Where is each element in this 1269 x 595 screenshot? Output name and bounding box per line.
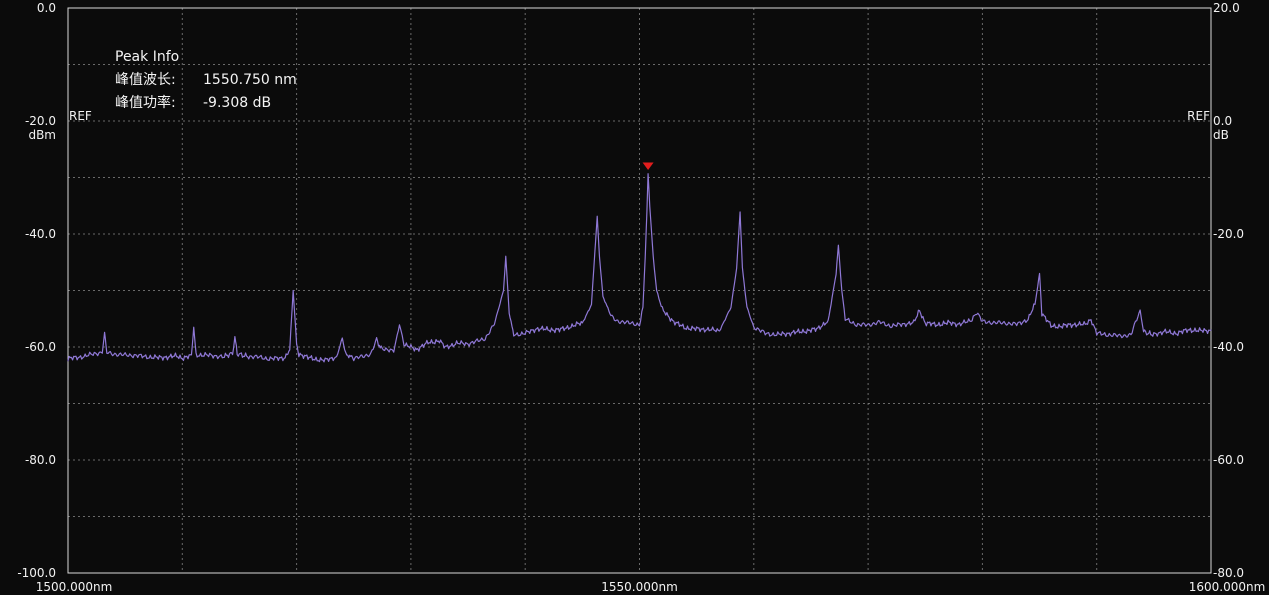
- right-axis-tick-label: -20.0: [1213, 227, 1244, 241]
- left-axis-unit-label: dBm: [28, 128, 56, 142]
- ref-label-left: REF: [69, 109, 92, 123]
- x-axis-tick-label: 1550.000nm: [601, 580, 678, 594]
- right-axis-unit-label: dB: [1213, 128, 1229, 142]
- left-axis-tick-label: -80.0: [25, 453, 56, 467]
- peak-power-value: -9.308 dB: [203, 95, 271, 111]
- peak-wavelength-label: 峰值波长:: [115, 72, 176, 88]
- right-axis-tick-label: 0.0: [1213, 114, 1232, 128]
- peak-wavelength-value: 1550.750 nm: [203, 72, 297, 88]
- spectrum-chart: 0.0 -20.0 -40.0 -60.0 -80.0 -100.0 20.0 0.0 -20…: [0, 0, 1269, 595]
- left-axis-tick-label: -100.0: [17, 566, 56, 580]
- left-axis-tick-label: 0.0: [37, 1, 56, 15]
- x-axis-tick-label: 1500.000nm: [36, 580, 113, 594]
- peak-power-label: 峰值功率:: [115, 94, 176, 111]
- right-axis-tick-label: 20.0: [1213, 1, 1240, 15]
- left-axis-tick-label: -40.0: [25, 227, 56, 241]
- right-axis-tick-label: -80.0: [1213, 566, 1244, 580]
- right-axis-tick-label: -60.0: [1213, 453, 1244, 467]
- chart-background: [0, 0, 1269, 595]
- right-axis-tick-label: -40.0: [1213, 340, 1244, 354]
- left-axis-tick-label: -60.0: [25, 340, 56, 354]
- ref-label-right: REF: [1187, 109, 1210, 123]
- peak-info-title: Peak Info: [115, 49, 179, 65]
- left-axis-tick-label: -20.0: [25, 114, 56, 128]
- x-axis-tick-label: 1600.000nm: [1189, 580, 1266, 594]
